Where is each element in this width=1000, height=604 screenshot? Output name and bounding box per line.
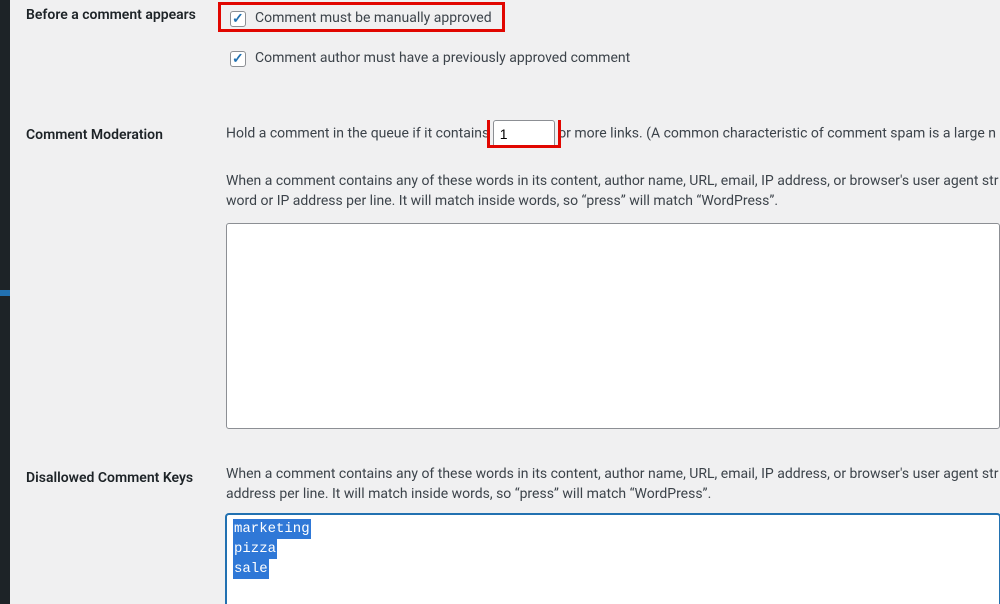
sidebar-active-marker bbox=[0, 290, 10, 296]
disallowed-key-item: sale bbox=[233, 559, 269, 579]
hold-links-paragraph: Hold a comment in the queue if it contai… bbox=[226, 120, 1000, 148]
prev-approved-label: Comment author must have a previously ap… bbox=[255, 49, 630, 69]
prev-approved-checkbox[interactable] bbox=[230, 51, 246, 67]
row-disallowed-keys: Disallowed Comment Keys When a comment c… bbox=[10, 465, 1000, 604]
row-comment-moderation: Comment Moderation Hold a comment in the… bbox=[10, 120, 1000, 429]
content-before-comment-appears: Comment must be manually approved Commen… bbox=[226, 6, 1000, 72]
hold-links-text-before: Hold a comment in the queue if it contai… bbox=[226, 126, 489, 142]
admin-sidebar-stub bbox=[0, 0, 10, 604]
discussion-settings-table: Before a comment appears Comment must be… bbox=[10, 0, 1000, 604]
hold-links-text-after: or more links. (A common characteristic … bbox=[558, 126, 996, 142]
disallowed-key-item: pizza bbox=[233, 539, 277, 559]
manual-approve-checkbox[interactable] bbox=[230, 11, 246, 27]
prev-approved-option[interactable]: Comment author must have a previously ap… bbox=[226, 46, 1000, 72]
label-disallowed-keys: Disallowed Comment Keys bbox=[10, 465, 226, 489]
links-count-input[interactable] bbox=[493, 120, 555, 148]
content-comment-moderation: Hold a comment in the queue if it contai… bbox=[226, 120, 1000, 429]
content-disallowed-keys: When a comment contains any of these wor… bbox=[226, 465, 1000, 604]
disallowed-description: When a comment contains any of these wor… bbox=[226, 465, 1000, 504]
row-before-comment-appears: Before a comment appears Comment must be… bbox=[10, 0, 1000, 72]
label-comment-moderation: Comment Moderation bbox=[10, 120, 226, 146]
moderation-keys-textarea[interactable] bbox=[226, 223, 1000, 429]
label-before-comment-appears: Before a comment appears bbox=[10, 6, 226, 26]
manual-approve-label: Comment must be manually approved bbox=[255, 9, 492, 29]
moderation-description: When a comment contains any of these wor… bbox=[226, 172, 1000, 211]
disallowed-keys-textarea[interactable]: marketing pizza sale bbox=[226, 514, 1000, 604]
disallowed-keys-selected-text: marketing pizza sale bbox=[233, 519, 993, 579]
manual-approve-option[interactable]: Comment must be manually approved bbox=[226, 6, 1000, 32]
disallowed-key-item: marketing bbox=[233, 519, 311, 539]
